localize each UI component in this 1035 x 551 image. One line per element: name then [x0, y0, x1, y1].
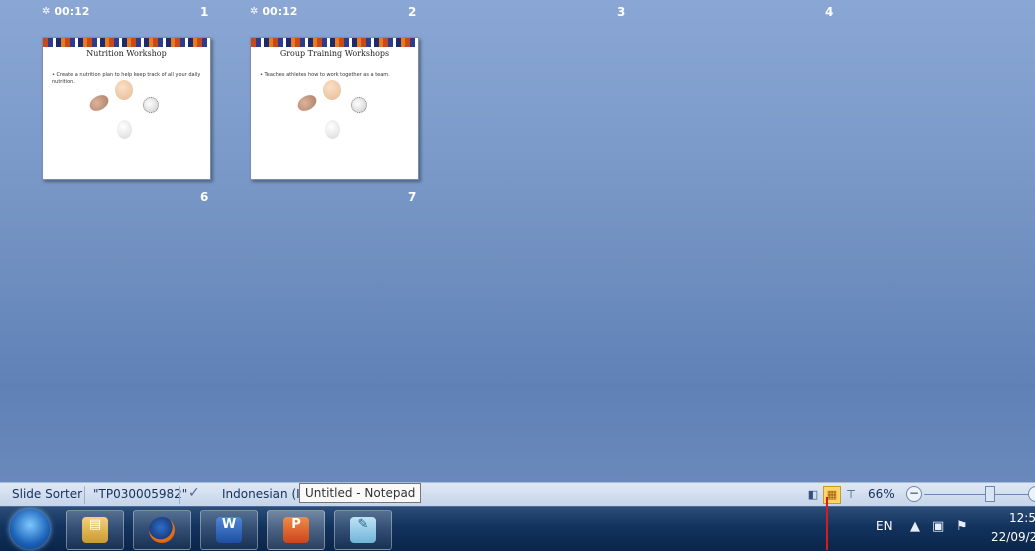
egg-image: [117, 120, 132, 139]
slide-number-6: 6: [200, 190, 209, 204]
taskbar-firefox-button[interactable]: [133, 510, 191, 550]
slide-banner: [251, 38, 418, 47]
slide-title: Group Training Workshops: [279, 49, 390, 58]
slide-timing-label: 00:12: [262, 5, 298, 18]
slide-thumbnail-7[interactable]: Group Training Workshops • Teaches athle…: [250, 37, 419, 180]
language-indicator[interactable]: EN: [876, 519, 893, 533]
football-image: [294, 91, 320, 115]
slide-timing-2: ✲ 00:12: [250, 5, 297, 18]
word-icon: W: [216, 517, 242, 543]
taskbar-tooltip: Untitled - Notepad: [299, 483, 422, 503]
status-separator: [84, 486, 85, 504]
slide-title: Nutrition Workshop: [86, 49, 167, 58]
orange-image: [323, 80, 341, 100]
network-icon[interactable]: ▣: [932, 519, 944, 534]
taskbar: ▤ W P ✎ EN ▲ ▣ ⚑ 12:55 22/09/20: [0, 506, 1035, 551]
notepad-icon: ✎: [350, 517, 376, 543]
theme-name-label[interactable]: "TP030005982": [93, 487, 187, 501]
transition-icon: ✲: [42, 6, 51, 17]
slide-thumbnail-6[interactable]: Nutrition Workshop • Create a nutrition …: [42, 37, 211, 180]
status-bar: Slide Sorter "TP030005982" ✓ Indonesian …: [0, 482, 1035, 507]
zoom-slider-track[interactable]: [924, 494, 1034, 495]
spell-check-icon[interactable]: ✓: [188, 485, 200, 501]
taskbar-word-button[interactable]: W: [200, 510, 258, 550]
start-button[interactable]: [10, 509, 50, 549]
clock-date[interactable]: 22/09/20: [991, 530, 1035, 544]
taskbar-notepad-button[interactable]: ✎: [334, 510, 392, 550]
powerpoint-icon: P: [283, 517, 309, 543]
normal-view-icon[interactable]: ◧: [804, 486, 822, 504]
zoom-level-label[interactable]: 66%: [868, 487, 895, 501]
slide-bullet-text: Teaches athletes how to work together as…: [264, 72, 390, 78]
slide-sorter-workspace: ✲ 00:12 1 ✲ 00:12 2 3 4 Nutrition Worksh…: [0, 0, 1035, 482]
slide-number-2: 2: [408, 5, 417, 19]
slide-number-4: 4: [825, 5, 834, 19]
slide-number-7: 7: [408, 190, 417, 204]
language-label[interactable]: Indonesian (In: [222, 487, 307, 501]
clock-time[interactable]: 12:55: [1009, 511, 1035, 525]
slide-show-view-icon[interactable]: ⊤: [842, 486, 860, 504]
status-separator: [179, 486, 180, 504]
football-image: [86, 91, 112, 115]
slide-bullet: • Teaches athletes how to work together …: [260, 72, 390, 78]
slide-banner: [43, 38, 210, 47]
zoom-out-icon[interactable]: −: [906, 486, 922, 502]
slide-timing-label: 00:12: [54, 5, 90, 18]
taskbar-explorer-button[interactable]: ▤: [66, 510, 124, 550]
zoom-in-icon[interactable]: [1028, 486, 1035, 502]
soccer-ball-image: [143, 97, 159, 113]
soccer-ball-image: [351, 97, 367, 113]
action-center-flag-icon[interactable]: ⚑: [956, 519, 968, 534]
egg-image: [325, 120, 340, 139]
slide-number-1: 1: [200, 5, 209, 19]
folder-icon: ▤: [82, 517, 108, 543]
pointer-annotation-line: [826, 497, 828, 550]
view-name-label: Slide Sorter: [12, 487, 83, 501]
orange-image: [115, 80, 133, 100]
show-hidden-icons-icon[interactable]: ▲: [910, 519, 920, 534]
slide-timing-1: ✲ 00:12: [42, 5, 89, 18]
firefox-icon: [149, 517, 175, 543]
slide-number-3: 3: [617, 5, 626, 19]
transition-icon: ✲: [250, 6, 259, 17]
taskbar-powerpoint-button[interactable]: P: [267, 510, 325, 550]
zoom-slider-thumb[interactable]: [985, 486, 995, 502]
